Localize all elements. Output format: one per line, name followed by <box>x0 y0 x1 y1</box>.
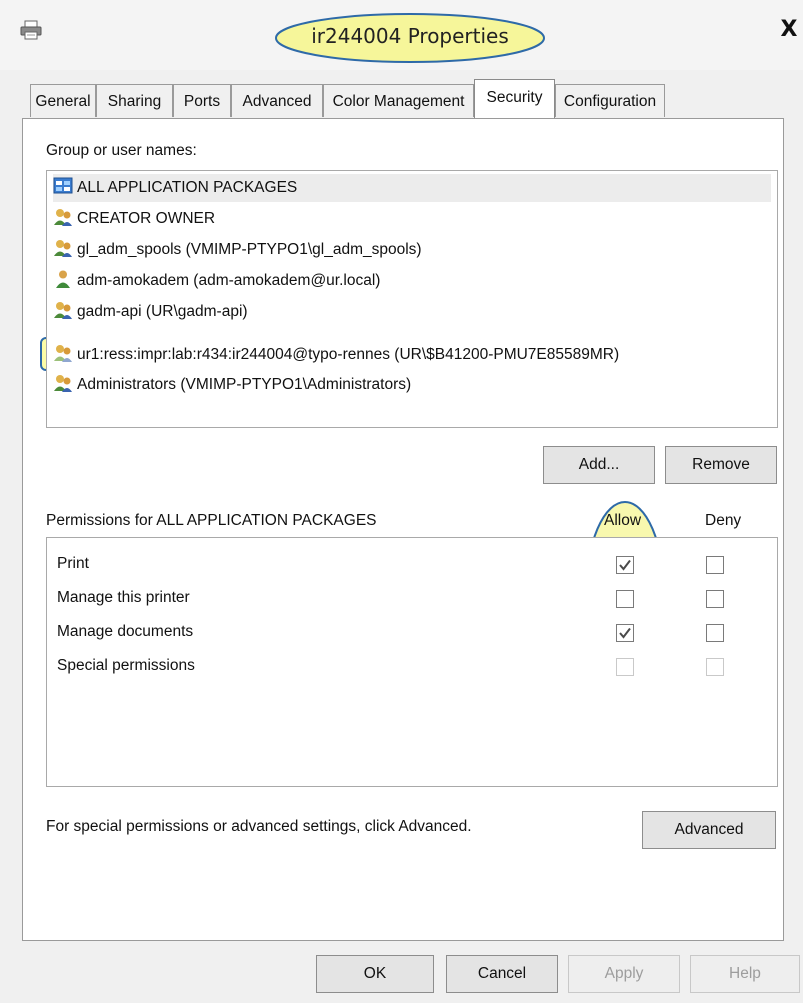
tab-advanced[interactable]: Advanced <box>231 84 323 117</box>
permission-label: Print <box>57 555 89 572</box>
permission-label: Special permissions <box>57 657 195 674</box>
group-icon <box>53 373 73 393</box>
user-name: gadm-api (UR\gadm-api) <box>77 303 248 320</box>
permissions-label: Permissions for ALL APPLICATION PACKAGES <box>46 512 377 529</box>
users-list[interactable]: ALL APPLICATION PACKAGES CREATOR OWNER g… <box>46 170 778 428</box>
group-icon <box>53 343 73 363</box>
help-button[interactable]: Help <box>690 955 800 993</box>
tab-ports[interactable]: Ports <box>173 84 231 117</box>
deny-checkbox-special <box>706 658 724 676</box>
group-label: Group or user names: <box>46 142 197 159</box>
list-item[interactable]: ur1:ress:impr:lab:r434:ir244004@typo-ren… <box>53 341 619 369</box>
user-name: ur1:ress:impr:lab:r434:ir244004@typo-ren… <box>77 346 620 363</box>
group-icon <box>53 300 73 320</box>
properties-dialog: ir244004 Properties X General Sharing Po… <box>0 0 803 1003</box>
deny-checkbox-manage-printer[interactable] <box>706 590 724 608</box>
list-item[interactable]: gl_adm_spools (VMIMP-PTYPO1\gl_adm_spool… <box>53 236 422 264</box>
remove-button[interactable]: Remove <box>665 446 777 484</box>
allow-checkbox-manage-documents[interactable] <box>616 624 634 642</box>
list-item[interactable]: CREATOR OWNER <box>53 205 215 233</box>
allow-checkbox-special <box>616 658 634 676</box>
window-title: ir244004 Properties <box>311 24 509 48</box>
user-name: adm-amokadem (adm-amokadem@ur.local) <box>77 272 381 289</box>
list-item[interactable]: adm-amokadem (adm-amokadem@ur.local) <box>53 267 380 295</box>
deny-checkbox-print[interactable] <box>706 556 724 574</box>
user-name: CREATOR OWNER <box>77 210 216 227</box>
tab-configuration[interactable]: Configuration <box>555 84 665 117</box>
list-item[interactable]: Administrators (VMIMP-PTYPO1\Administrat… <box>53 371 411 399</box>
tab-security[interactable]: Security <box>474 79 555 118</box>
advanced-hint: For special permissions or advanced sett… <box>46 818 472 835</box>
user-name: ALL APPLICATION PACKAGES <box>77 179 298 196</box>
allow-header: Allow <box>604 512 642 529</box>
group-icon <box>53 238 73 258</box>
ok-button[interactable]: OK <box>316 955 434 993</box>
deny-checkbox-manage-documents[interactable] <box>706 624 724 642</box>
advanced-button[interactable]: Advanced <box>642 811 776 849</box>
tab-color-management[interactable]: Color Management <box>323 84 474 117</box>
user-name: gl_adm_spools (VMIMP-PTYPO1\gl_adm_spool… <box>77 241 422 258</box>
apply-button[interactable]: Apply <box>568 955 680 993</box>
user-name: Administrators (VMIMP-PTYPO1\Administrat… <box>77 376 412 393</box>
permission-label: Manage this printer <box>57 589 190 606</box>
title-bar: ir244004 Properties X <box>0 0 803 70</box>
add-button[interactable]: Add... <box>543 446 655 484</box>
printer-icon <box>20 20 42 40</box>
list-item[interactable]: ALL APPLICATION PACKAGES <box>53 174 771 202</box>
user-icon <box>53 269 73 289</box>
permissions-list: Print Manage this printer Manage documen… <box>46 537 778 787</box>
allow-checkbox-print[interactable] <box>616 556 634 574</box>
permission-label: Manage documents <box>57 623 194 640</box>
app-packages-icon <box>53 176 73 196</box>
tab-general[interactable]: General <box>30 84 96 117</box>
tab-sharing[interactable]: Sharing <box>96 84 173 117</box>
cancel-button[interactable]: Cancel <box>446 955 558 993</box>
list-item[interactable]: gadm-api (UR\gadm-api) <box>53 298 248 326</box>
allow-checkbox-manage-printer[interactable] <box>616 590 634 608</box>
group-icon <box>53 207 73 227</box>
close-button[interactable]: X <box>775 10 803 50</box>
title-annotation: ir244004 Properties <box>274 12 546 64</box>
deny-header: Deny <box>705 512 742 529</box>
